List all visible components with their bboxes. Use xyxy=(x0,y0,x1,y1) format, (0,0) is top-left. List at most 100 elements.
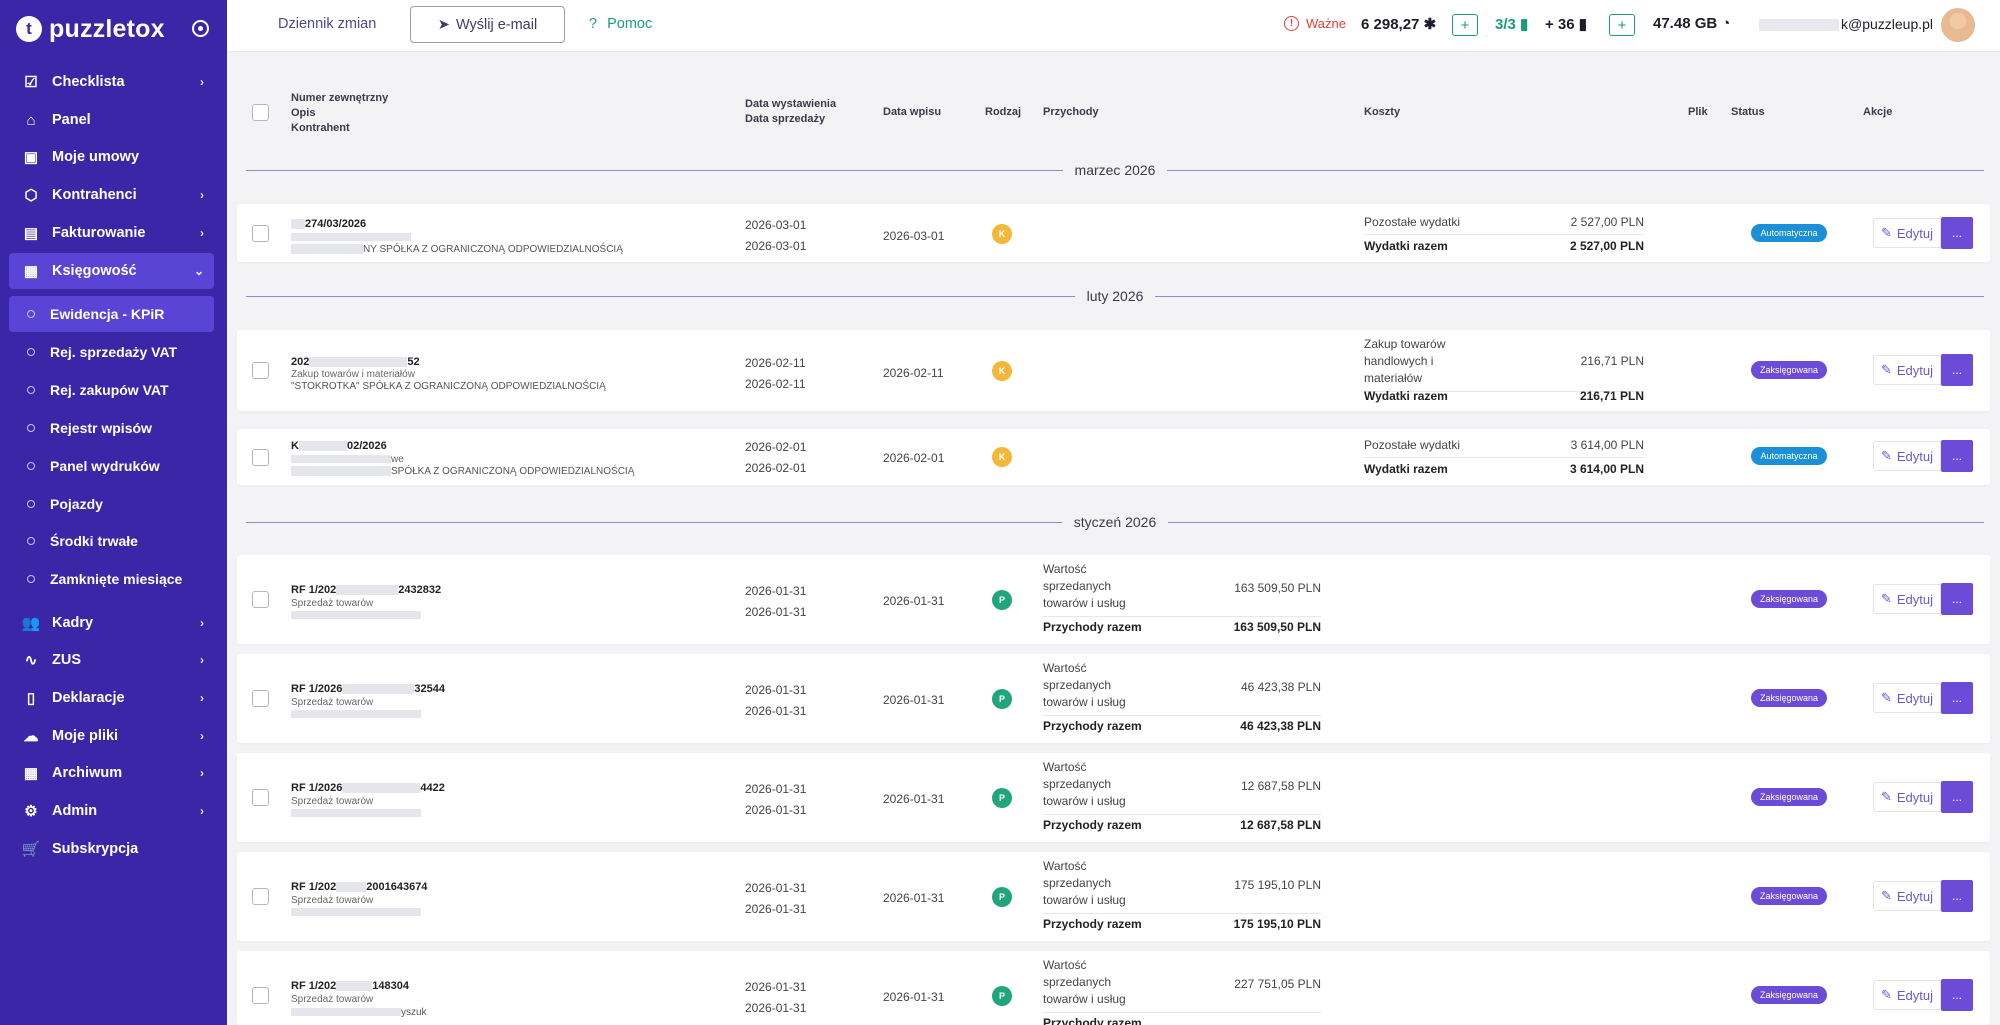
more-actions-button[interactable]: ... xyxy=(1941,217,1973,249)
table-row[interactable]: RF 1/2026 4422 Sprzedaż towarów 2026-01-3… xyxy=(237,753,1990,842)
sidebar-subitem-label: Panel wydruków xyxy=(50,458,160,474)
redacted-mask xyxy=(291,233,411,242)
row-checkbox[interactable] xyxy=(252,362,269,379)
table-row[interactable]: 202 52 Zakup towarów i materiałów "STOKRO… xyxy=(237,330,1990,411)
row-contractor xyxy=(291,907,421,918)
kind-badge: P xyxy=(992,986,1012,1006)
kind-badge: P xyxy=(992,689,1012,709)
table-row[interactable]: RF 1/202 2001643674 Sprzedaż towarów 2026… xyxy=(237,852,1990,941)
edit-button[interactable]: ✎ Edytuj xyxy=(1873,980,1941,1010)
sidebar-item-deklaracje[interactable]: ▯ Deklaracje › xyxy=(9,680,214,716)
sidebar-subitem-srodki-trwale[interactable]: Środki trwałe xyxy=(9,523,214,559)
more-actions-button[interactable]: ... xyxy=(1941,781,1973,813)
table-row[interactable]: RF 1/202 2432832 Sprzedaż towarów 2026-01… xyxy=(237,555,1990,644)
sidebar-item-moje-pliki[interactable]: ☁ Moje pliki › xyxy=(9,718,214,754)
sidebar-subitem-zamkniete-miesiace[interactable]: Zamknięte miesiące xyxy=(9,561,214,597)
more-actions-button[interactable]: ... xyxy=(1941,979,1973,1011)
edit-button[interactable]: ✎ Edytuj xyxy=(1873,881,1941,911)
select-all-checkbox[interactable] xyxy=(252,104,269,121)
row-checkbox[interactable] xyxy=(252,987,269,1004)
row-entry-date: 2026-01-31 xyxy=(883,693,945,707)
avatar[interactable] xyxy=(1941,8,1975,42)
sidebar-item-checklista[interactable]: ☑ Checklista › xyxy=(9,64,214,100)
header-description: Opis xyxy=(291,107,316,119)
send-email-button[interactable]: ➤ Wyślij e-mail xyxy=(410,6,565,43)
sidebar-subitem-label: Rej. sprzedaży VAT xyxy=(50,344,178,360)
table-row[interactable]: K 02/2026 we SPÓŁKA Z OGRANICZONĄ ODPOWIE… xyxy=(237,429,1990,485)
edit-button[interactable]: ✎ Edytuj xyxy=(1873,218,1941,248)
row-checkbox[interactable] xyxy=(252,225,269,242)
help-label: Pomoc xyxy=(607,16,653,32)
briefcase-icon: ▣ xyxy=(23,149,39,166)
divider xyxy=(1364,234,1644,235)
total-amount: 12 687,58 PLN xyxy=(1240,818,1321,832)
more-actions-button[interactable]: ... xyxy=(1941,682,1973,714)
header-issue-date: Data wystawienia xyxy=(745,98,837,110)
sidebar-item-kadry[interactable]: 👥 Kadry › xyxy=(9,605,214,641)
sidebar-item-label: Moje pliki xyxy=(52,728,119,744)
chevron-right-icon: › xyxy=(200,804,204,818)
sidebar-subitem-rej-sprzedazy[interactable]: Rej. sprzedaży VAT xyxy=(9,334,214,370)
edit-button[interactable]: ✎ Edytuj xyxy=(1873,584,1941,614)
header-sale-date: Data sprzedaży xyxy=(745,113,826,125)
row-checkbox[interactable] xyxy=(252,789,269,806)
row-checkbox[interactable] xyxy=(252,888,269,905)
brand-name: puzzletox xyxy=(49,14,165,43)
sidebar-item-fakturowanie[interactable]: ▤ Fakturowanie › xyxy=(9,215,214,251)
sidebar-subitem-panel-wydrukow[interactable]: Panel wydruków xyxy=(9,448,214,484)
brand-logo[interactable]: t puzzletox xyxy=(16,12,165,46)
status-badge: Automatyczna xyxy=(1751,447,1827,465)
total-amount: 2 527,00 PLN xyxy=(1569,239,1644,253)
row-number-text: RF 1/2026 xyxy=(291,782,343,794)
user-email[interactable]: k@puzzleup.pl xyxy=(1759,16,1933,32)
kind-badge: P xyxy=(992,590,1012,610)
help-link[interactable]: ? Pomoc xyxy=(589,16,652,32)
add-documents-button[interactable]: + xyxy=(1609,14,1635,36)
sidebar-subitem-label: Pojazdy xyxy=(50,496,103,512)
sidebar-item-moje-umowy[interactable]: ▣ Moje umowy xyxy=(9,139,214,175)
sidebar-subitem-rej-zakupow[interactable]: Rej. zakupów VAT xyxy=(9,372,214,408)
sidebar-item-subskrypcja[interactable]: 🛒 Subskrypcja xyxy=(9,831,214,867)
add-puzzles-button[interactable]: + xyxy=(1452,14,1478,36)
sidebar-subitem-rejestr-wpisow[interactable]: Rejestr wpisów xyxy=(9,410,214,446)
more-actions-button[interactable]: ... xyxy=(1941,354,1973,386)
sidebar-item-archiwum[interactable]: ▦ Archiwum › xyxy=(9,755,214,791)
month-label: luty 2026 xyxy=(1086,288,1144,304)
table-row[interactable]: RF 1/2026 32544 Sprzedaż towarów 2026-01-… xyxy=(237,654,1990,743)
sidebar-subitem-ewidencja[interactable]: Ewidencja - KPiR xyxy=(9,296,214,332)
row-checkbox[interactable] xyxy=(252,690,269,707)
sidebar-item-label: Fakturowanie xyxy=(52,225,146,241)
cost-amount: 216,71 PLN xyxy=(1580,354,1644,368)
more-actions-button[interactable]: ... xyxy=(1941,440,1973,472)
status-badge: Zaksięgowana xyxy=(1751,689,1827,707)
header-actions: Akcje xyxy=(1863,106,1893,118)
table-row[interactable]: 274/03/2026 NY SPÓŁKA Z OGRANICZONĄ ODPO… xyxy=(237,204,1990,262)
sidebar-item-panel[interactable]: ⌂ Panel xyxy=(9,102,214,138)
edit-icon: ✎ xyxy=(1880,591,1892,606)
sidebar-item-ksiegowosc[interactable]: ▦ Księgowość ⌄ xyxy=(9,253,214,289)
important-alert[interactable]: ! Ważne xyxy=(1284,16,1346,31)
row-description: Sprzedaż towarów xyxy=(291,598,374,609)
edit-button[interactable]: ✎ Edytuj xyxy=(1873,683,1941,713)
sidebar-item-admin[interactable]: ⚙ Admin › xyxy=(9,793,214,829)
edit-label: Edytuj xyxy=(1896,789,1934,805)
more-actions-button[interactable]: ... xyxy=(1941,880,1973,912)
changelog-link[interactable]: Dziennik zmian xyxy=(278,16,376,32)
sidebar-subitem-pojazdy[interactable]: Pojazdy xyxy=(9,486,214,522)
more-actions-button[interactable]: ... xyxy=(1941,583,1973,615)
row-number-text: RF 1/202 xyxy=(291,881,337,893)
edit-button[interactable]: ✎ Edytuj xyxy=(1873,441,1941,471)
target-icon[interactable] xyxy=(192,20,209,37)
edit-button[interactable]: ✎ Edytuj xyxy=(1873,355,1941,385)
header-contractor: Kontrahent xyxy=(291,122,350,134)
total-label: Przychody razem xyxy=(1043,917,1142,931)
bullet-icon xyxy=(27,424,35,432)
edit-button[interactable]: ✎ Edytuj xyxy=(1873,782,1941,812)
sidebar-item-zus[interactable]: ∿ ZUS › xyxy=(9,642,214,678)
bullet-icon xyxy=(27,386,35,394)
table-row[interactable]: RF 1/202 148304 Sprzedaż towarów yszuk 20… xyxy=(237,951,1990,1025)
row-checkbox[interactable] xyxy=(252,449,269,466)
sidebar-item-kontrahenci[interactable]: ⬡ Kontrahenci › xyxy=(9,177,214,213)
row-checkbox[interactable] xyxy=(252,591,269,608)
revenue-label: Wartość sprzedanych towarów i usług xyxy=(1043,562,1126,610)
